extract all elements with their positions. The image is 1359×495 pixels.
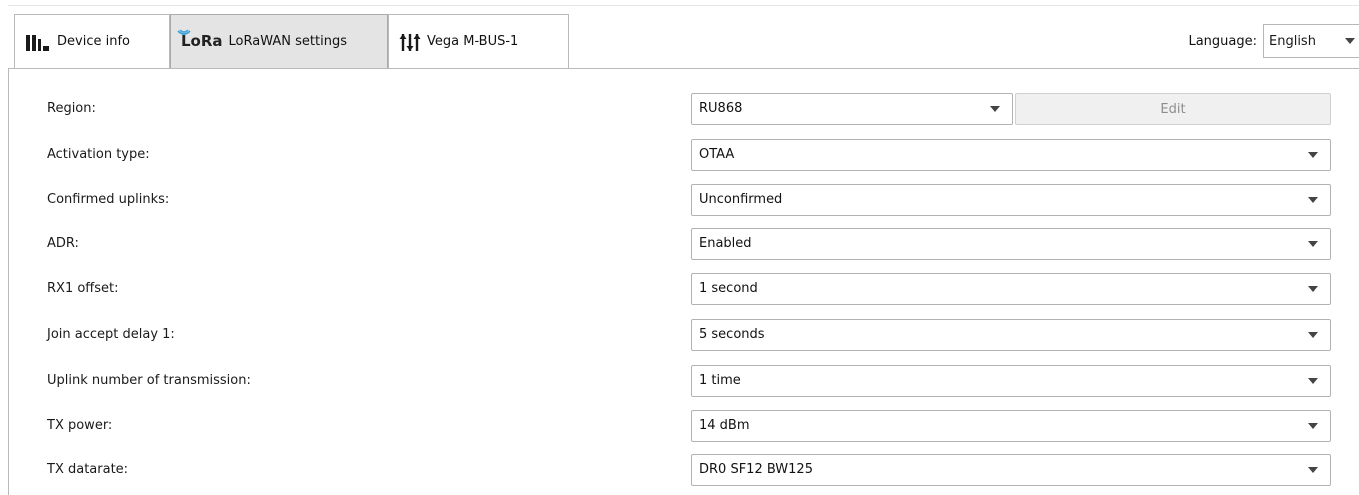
setting-row-tx-datarate: TX datarate: DR0 SF12 BW125 <box>9 452 1359 488</box>
chevron-down-icon <box>990 106 1000 112</box>
bar-chart-icon <box>25 32 51 52</box>
tab-device-info[interactable]: Device info <box>14 14 170 68</box>
chevron-down-icon <box>1308 423 1318 429</box>
setting-row-confirmed-uplinks: Confirmed uplinks: Unconfirmed <box>9 182 1359 218</box>
tab-lorawan-settings-label: LoRaWAN settings <box>228 34 347 49</box>
setting-row-tx-power: TX power: 14 dBm <box>9 408 1359 444</box>
chevron-down-icon <box>1308 378 1318 384</box>
activation-type-value: OTAA <box>699 147 735 162</box>
setting-row-adr: ADR: Enabled <box>9 226 1359 262</box>
tab-lorawan-settings[interactable]: LoRa LoRaWAN settings <box>170 14 388 68</box>
tx-datarate-dropdown[interactable]: DR0 SF12 BW125 <box>691 454 1331 486</box>
join-accept-delay-1-value: 5 seconds <box>699 327 765 342</box>
region-value: RU868 <box>699 101 743 116</box>
chevron-down-icon <box>1345 38 1355 44</box>
adr-dropdown[interactable]: Enabled <box>691 228 1331 260</box>
confirmed-uplinks-label: Confirmed uplinks: <box>47 192 170 207</box>
chevron-down-icon <box>1308 286 1318 292</box>
adr-label: ADR: <box>47 236 79 251</box>
tx-power-label: TX power: <box>47 418 113 433</box>
confirmed-uplinks-value: Unconfirmed <box>699 192 783 207</box>
region-dropdown[interactable]: RU868 <box>691 93 1013 125</box>
lora-wave-graphic <box>177 29 191 35</box>
chevron-down-icon <box>1308 152 1318 158</box>
chevron-down-icon <box>1308 197 1318 203</box>
setting-row-uplink-number-of-transmission: Uplink number of transmission: 1 time <box>9 363 1359 399</box>
setting-row-rx1-offset: RX1 offset: 1 second <box>9 271 1359 307</box>
adr-value: Enabled <box>699 236 752 251</box>
activation-type-label: Activation type: <box>47 147 150 162</box>
region-label: Region: <box>47 101 96 116</box>
chevron-down-icon <box>1308 332 1318 338</box>
rx1-offset-value: 1 second <box>699 281 758 296</box>
setting-row-join-accept-delay-1: Join accept delay 1: 5 seconds <box>9 317 1359 353</box>
region-edit-button[interactable]: Edit <box>1015 93 1331 125</box>
chevron-down-icon <box>1308 241 1318 247</box>
region-edit-button-label: Edit <box>1160 101 1186 117</box>
language-dropdown[interactable]: English <box>1263 24 1359 58</box>
language-selector-group: Language: English <box>1188 20 1359 62</box>
join-accept-delay-1-label: Join accept delay 1: <box>47 327 175 342</box>
rx1-offset-label: RX1 offset: <box>47 281 119 296</box>
tx-power-dropdown[interactable]: 14 dBm <box>691 410 1331 442</box>
tab-vega-m-bus-1-label: Vega M-BUS-1 <box>427 34 519 49</box>
tab-device-info-label: Device info <box>57 34 130 49</box>
language-dropdown-value: English <box>1269 33 1316 49</box>
chevron-down-icon <box>1308 467 1318 473</box>
tx-datarate-label: TX datarate: <box>47 462 129 477</box>
uplink-number-of-transmission-value: 1 time <box>699 373 741 388</box>
language-label: Language: <box>1188 33 1257 49</box>
rx1-offset-dropdown[interactable]: 1 second <box>691 273 1331 305</box>
join-accept-delay-1-dropdown[interactable]: 5 seconds <box>691 319 1331 351</box>
sliders-icon <box>399 31 421 53</box>
setting-row-activation-type: Activation type: OTAA <box>9 137 1359 173</box>
tab-bar-top-divider <box>8 5 1359 6</box>
tx-datarate-value: DR0 SF12 BW125 <box>699 462 813 477</box>
uplink-number-of-transmission-label: Uplink number of transmission: <box>47 373 251 388</box>
activation-type-dropdown[interactable]: OTAA <box>691 139 1331 171</box>
lora-logo-icon: LoRa <box>177 29 223 49</box>
lorawan-settings-panel: Region: RU868 Edit Activation type: OTAA… <box>8 68 1359 495</box>
tab-vega-m-bus-1[interactable]: Vega M-BUS-1 <box>388 14 569 68</box>
tx-power-value: 14 dBm <box>699 418 750 433</box>
confirmed-uplinks-dropdown[interactable]: Unconfirmed <box>691 184 1331 216</box>
tab-bar: Device info LoRa LoRaWAN settings Vega M… <box>0 0 1359 68</box>
uplink-number-of-transmission-dropdown[interactable]: 1 time <box>691 365 1331 397</box>
setting-row-region: Region: RU868 Edit <box>9 91 1359 127</box>
